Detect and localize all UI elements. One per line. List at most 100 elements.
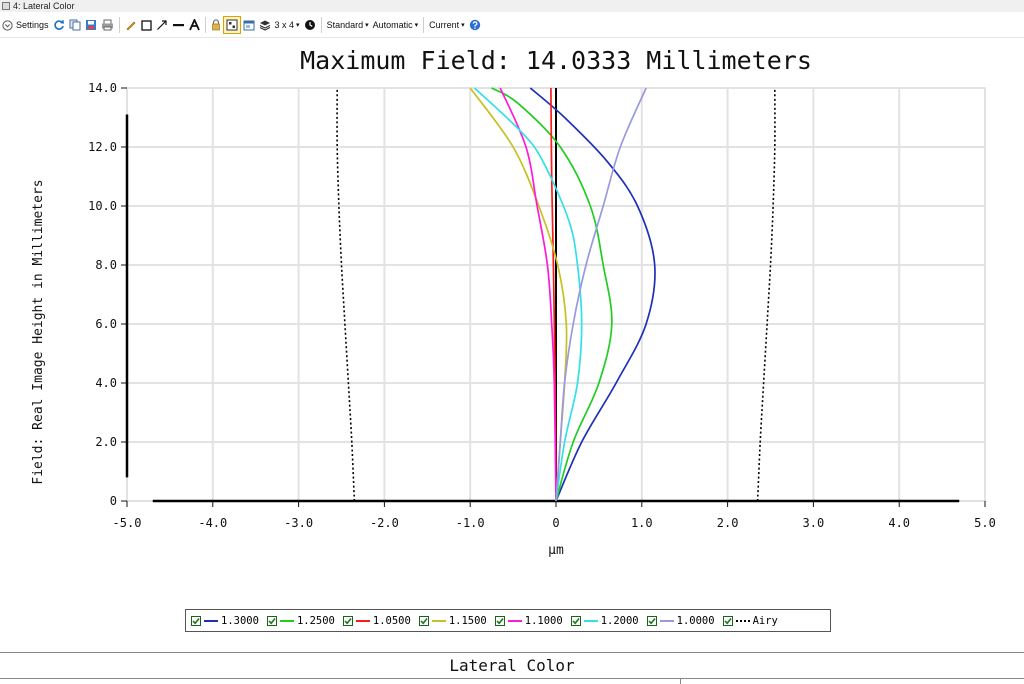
y-tick-label: 8.0 [95, 258, 117, 272]
save-button[interactable] [83, 16, 99, 34]
refresh-button[interactable] [51, 16, 67, 34]
expand-grid-icon [226, 19, 238, 31]
chart-title: Maximum Field: 14.0333 Millimeters [300, 46, 812, 75]
toolbar: Settings 3 x 4 Standard Auto [0, 13, 1024, 38]
legend-swatch [355, 619, 370, 622]
legend-label: 1.0500 [372, 614, 411, 627]
x-tick-label: -5.0 [113, 516, 142, 530]
legend-item-1-0500[interactable]: 1.0500 [342, 614, 411, 627]
automatic-dropdown[interactable]: Automatic [371, 16, 421, 34]
clock-icon [304, 20, 315, 30]
axis-ticks: -5.0 -4.0 -3.0 -2.0 -1.0 0 1.0 2.0 3.0 4.0 5.0 0 2.0… [88, 81, 996, 530]
legend-item-1-2000[interactable]: 1.2000 [570, 614, 639, 627]
checkbox-checked-icon[interactable] [722, 615, 733, 626]
legend-item-1-0000[interactable]: 1.0000 [646, 614, 715, 627]
lock-button[interactable] [209, 16, 223, 34]
y-axis-label: Field: Real Image Height in Millimeters [31, 179, 46, 484]
legend-label: 1.2000 [600, 614, 639, 627]
legend-item-1-2500[interactable]: 1.2500 [266, 615, 335, 627]
y-tick-label: 4.0 [95, 376, 117, 390]
footer-title: Lateral Color [449, 656, 575, 675]
window-icon [2, 2, 10, 10]
x-tick-label: 5.0 [974, 516, 996, 530]
y-tick-label: 2.0 [95, 435, 117, 449]
checkbox-checked-icon[interactable] [418, 615, 429, 626]
layout-label: 3 x 4 [274, 20, 295, 30]
series-1-2000-line [473, 87, 583, 502]
settings-label: Settings [16, 20, 49, 30]
checkbox-checked-icon[interactable] [570, 615, 581, 626]
series-airy-line-mirror [336, 87, 356, 502]
legend-label: 1.1000 [524, 614, 563, 627]
x-tick-label: 4.0 [888, 516, 910, 530]
checkbox-checked-icon[interactable] [342, 615, 353, 626]
automatic-label: Automatic [372, 20, 413, 30]
standard-dropdown[interactable]: Standard [325, 16, 371, 34]
chevron-down-circle-icon [2, 19, 13, 31]
text-a-icon [188, 19, 200, 31]
y-tick-label: 12.0 [88, 140, 117, 154]
layers-button[interactable] [257, 16, 273, 34]
standard-label: Standard [326, 20, 364, 30]
legend-label: 1.1500 [448, 614, 487, 627]
legend-item-1-3000[interactable]: 1.3000 [191, 615, 259, 627]
refresh-icon [53, 20, 64, 30]
x-tick-label: 0 [552, 516, 559, 530]
help-clock-button[interactable] [302, 16, 318, 34]
pencil-tool-button[interactable] [123, 16, 139, 34]
lateral-color-chart: Maximum Field: 14.0333 Millimeters Field… [31, 46, 996, 558]
help-icon [469, 19, 480, 31]
legend-swatch [735, 619, 750, 622]
checkbox-checked-icon[interactable] [191, 615, 201, 626]
pencil-icon [126, 21, 135, 31]
save-icon [85, 20, 96, 30]
legend: 1.3000 1.2500 1.0500 1.1500 1.1000 1.2000 1.00… [185, 609, 831, 632]
legend-label: 1.0000 [676, 614, 715, 627]
rectangle-tool-button[interactable] [139, 16, 154, 34]
window-button[interactable] [241, 16, 257, 34]
toolbar-separator [118, 17, 120, 33]
help-button[interactable] [467, 16, 483, 34]
x-axis-label: µm [548, 543, 564, 558]
arrow-tool-button[interactable] [154, 16, 170, 34]
line-icon [172, 24, 184, 27]
printer-icon [101, 19, 113, 31]
legend-swatch [583, 619, 598, 622]
y-tick-label: 14.0 [88, 81, 117, 95]
fit-view-button[interactable] [222, 16, 241, 34]
text-tool-button[interactable] [187, 16, 202, 34]
checkbox-checked-icon[interactable] [646, 615, 657, 626]
rectangle-icon [140, 19, 152, 31]
legend-swatch [507, 619, 522, 622]
copy-button[interactable] [67, 16, 83, 34]
current-dropdown[interactable]: Current [427, 16, 467, 34]
layers-icon [259, 20, 270, 31]
legend-item-airy[interactable]: Airy [722, 615, 778, 627]
series-1-1000-line [499, 87, 557, 502]
toolbar-separator [320, 17, 322, 33]
print-button[interactable] [99, 16, 116, 34]
legend-swatch [279, 619, 294, 622]
legend-item-1-1000[interactable]: 1.1000 [494, 614, 563, 627]
checkbox-checked-icon[interactable] [494, 615, 505, 626]
x-tick-label: -1.0 [456, 516, 485, 530]
legend-swatch [431, 619, 446, 622]
window-icon [243, 20, 255, 31]
toolbar-separator [204, 17, 206, 33]
checkbox-checked-icon[interactable] [266, 615, 277, 626]
toolbar-separator [423, 17, 425, 33]
settings-button[interactable]: Settings [0, 16, 51, 34]
legend-item-1-1500[interactable]: 1.1500 [418, 614, 487, 627]
footer-divider [0, 678, 1024, 679]
x-tick-label: 1.0 [631, 516, 653, 530]
legend-label: 1.3000 [221, 614, 259, 627]
series-1-3000-line [529, 87, 656, 502]
window-title: 4: Lateral Color [13, 1, 75, 11]
lock-icon [211, 19, 220, 31]
line-tool-button[interactable] [170, 16, 187, 34]
layout-dropdown[interactable]: 3 x 4 [273, 16, 302, 34]
y-tick-label: 6.0 [95, 317, 117, 331]
x-tick-label: -3.0 [284, 516, 313, 530]
legend-swatch [204, 619, 218, 622]
current-label: Current [429, 20, 460, 30]
